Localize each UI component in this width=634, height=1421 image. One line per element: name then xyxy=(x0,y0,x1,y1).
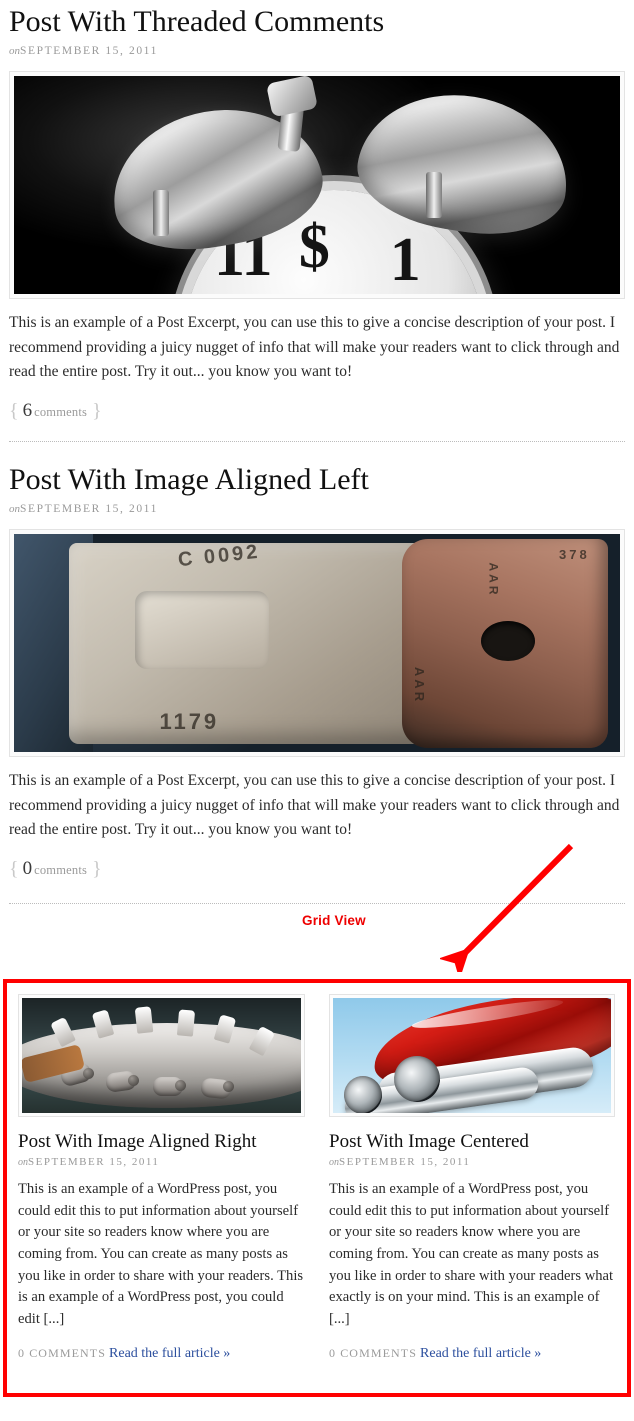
post-divider xyxy=(9,902,625,904)
read-full-article-link[interactable]: Read the full article » xyxy=(417,1346,541,1361)
grid-item-meta: onSEPTEMBER 15, 2011 xyxy=(18,1156,305,1168)
comments-number: 0 xyxy=(22,857,33,879)
grid-item-footer: 0 COMMENTS Read the full article » xyxy=(18,1345,305,1362)
grid-meta-date: SEPTEMBER 15, 2011 xyxy=(28,1156,160,1169)
grid-meta-on: on xyxy=(18,1157,28,1169)
post-featured-image-frame[interactable]: 11 $ 1 xyxy=(9,71,625,300)
alarm-clock-photo: 11 $ 1 xyxy=(14,76,620,295)
grid-view-annotation-label: Grid View xyxy=(302,913,366,928)
comments-word: comments xyxy=(34,404,88,419)
grid-item-title[interactable]: Post With Image Aligned Right xyxy=(18,1131,305,1152)
post-meta-on: on xyxy=(9,503,20,516)
post-excerpt: This is an example of a Post Excerpt, yo… xyxy=(9,314,620,381)
comments-close-brace: } xyxy=(92,399,102,422)
post-meta-date: SEPTEMBER 15, 2011 xyxy=(20,45,158,58)
grid-comments-label[interactable]: 0 COMMENTS xyxy=(18,1346,106,1360)
red-motorcycle-exhaust-photo xyxy=(333,998,611,1113)
page-root: Post With Threaded Comments onSEPTEMBER … xyxy=(0,0,634,1421)
grid-view-section: Post With Image Aligned Right onSEPTEMBE… xyxy=(3,979,631,1397)
grid-item-title[interactable]: Post With Image Centered xyxy=(329,1131,615,1152)
rusty-metal-coupler-photo: C 0092 1179 AAR AAR 378 xyxy=(14,534,620,753)
comments-word: comments xyxy=(34,862,88,877)
post-excerpt: This is an example of a Post Excerpt, yo… xyxy=(9,772,620,839)
grid-meta-on: on xyxy=(329,1157,339,1169)
post-meta-on: on xyxy=(9,45,20,58)
comments-open-brace: { xyxy=(9,857,19,880)
comments-open-brace: { xyxy=(9,399,19,422)
post-comments-count[interactable]: {6 comments} xyxy=(9,400,625,423)
page-title[interactable]: Post With Threaded Comments xyxy=(9,2,625,40)
comments-number: 6 xyxy=(22,399,33,421)
grid-item-meta: onSEPTEMBER 15, 2011 xyxy=(329,1156,615,1168)
grid-thumbnail-frame[interactable] xyxy=(329,994,615,1117)
post-comments-count[interactable]: {0 comments} xyxy=(9,858,625,881)
post-meta: onSEPTEMBER 15, 2011 xyxy=(9,43,625,58)
grid-item-excerpt: This is an example of a WordPress post, … xyxy=(18,1181,304,1327)
post-featured-image-frame[interactable]: C 0092 1179 AAR AAR 378 xyxy=(9,529,625,758)
grid-item: Post With Image Centered onSEPTEMBER 15,… xyxy=(317,994,627,1393)
post-meta: onSEPTEMBER 15, 2011 xyxy=(9,501,625,516)
page-title[interactable]: Post With Image Aligned Left xyxy=(9,460,625,498)
comments-close-brace: } xyxy=(92,857,102,880)
read-full-article-link[interactable]: Read the full article » xyxy=(106,1346,230,1361)
post-meta-date: SEPTEMBER 15, 2011 xyxy=(20,503,158,516)
grid-meta-date: SEPTEMBER 15, 2011 xyxy=(339,1156,471,1169)
grid-thumbnail-frame[interactable] xyxy=(18,994,305,1117)
grid-item-footer: 0 COMMENTS Read the full article » xyxy=(329,1345,615,1362)
grid-item: Post With Image Aligned Right onSEPTEMBE… xyxy=(7,994,317,1393)
bicycle-chainring-photo xyxy=(22,998,301,1113)
post-article: Post With Threaded Comments onSEPTEMBER … xyxy=(0,0,634,423)
grid-item-excerpt: This is an example of a WordPress post, … xyxy=(329,1181,614,1327)
post-article: Post With Image Aligned Left onSEPTEMBER… xyxy=(0,442,634,881)
grid-comments-label[interactable]: 0 COMMENTS xyxy=(329,1346,417,1360)
